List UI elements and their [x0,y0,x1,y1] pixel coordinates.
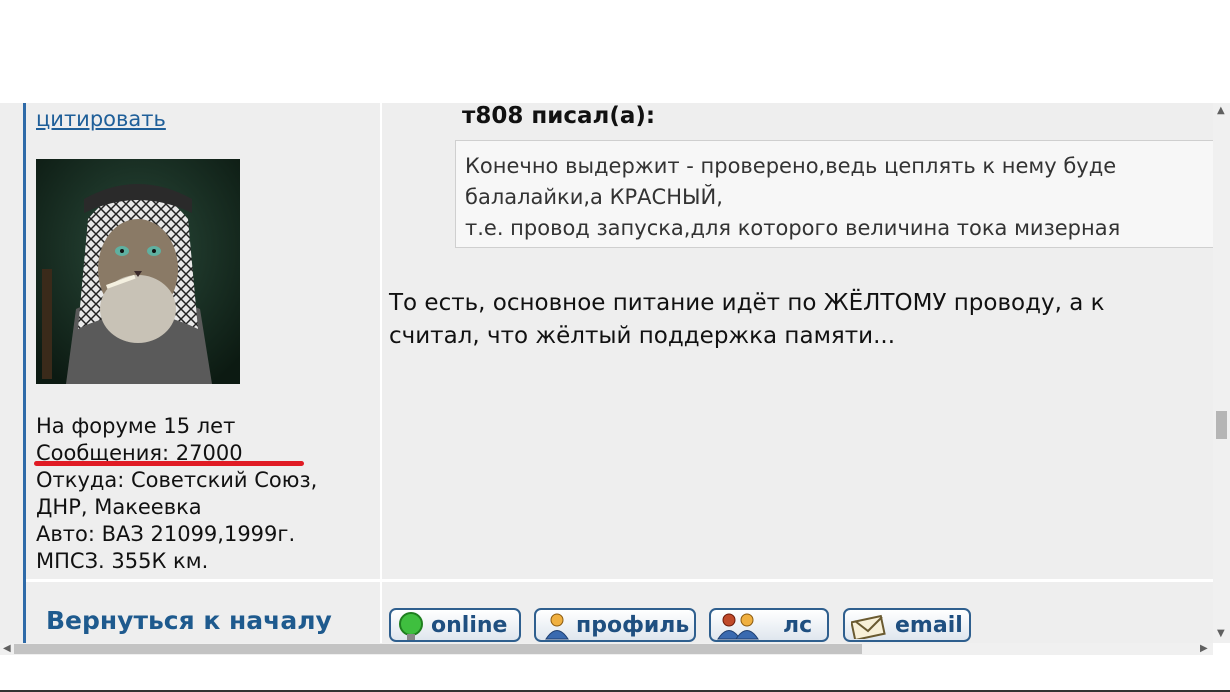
row-divider [26,579,1213,582]
car-line-1: Авто: ВАЗ 21099,1999г. [36,522,296,546]
back-to-top-link[interactable]: Вернуться к началу [46,606,332,635]
horizontal-scroll-thumb[interactable] [14,644,862,654]
quote-author: т808 писал(а): [462,103,656,129]
vertical-scroll-thumb[interactable] [1216,411,1227,439]
column-divider [380,103,382,643]
green-bulb-icon [397,612,425,643]
post-line: считал, что жёлтый поддержка памяти... [389,323,896,349]
post-body: То есть, основное питание идёт по ЖЁЛТОМ… [389,287,1105,353]
scroll-down-arrow-icon[interactable]: ▼ [1217,629,1225,639]
envelope-icon [850,613,887,643]
red-underline-mark [34,461,304,466]
car-line-2: МПСЗ. 355К км. [36,549,209,573]
user-icon [544,612,570,643]
avatar [36,159,240,384]
quote-link[interactable]: цитировать [36,107,166,131]
users-icon [717,612,761,643]
quote-line: балалайки,а КРАСНЫЙ, [465,185,723,209]
post-line: То есть, основное питание идёт по ЖЁЛТОМ… [389,290,1105,316]
forum-age: На форуме 15 лет [36,414,236,438]
user-info: На форуме 15 лет Сообщения: 27000 Откуда… [36,413,317,575]
horizontal-scrollbar[interactable]: ◀ ▶ [0,643,1213,655]
quote-box: Конечно выдержит - проверено,ведь цеплят… [455,140,1213,248]
location-line-2: ДНР, Макеевка [36,495,202,519]
forum-post: цитировать На форуме 15 лет Сообщения: 2… [0,103,1213,643]
profile-button[interactable]: профиль [534,608,696,642]
scroll-left-arrow-icon[interactable]: ◀ [3,644,11,654]
scroll-right-arrow-icon[interactable]: ▶ [1200,644,1208,654]
quote-line: Конечно выдержит - проверено,ведь цеплят… [465,154,1117,178]
scroll-up-arrow-icon[interactable]: ▲ [1217,106,1225,116]
quote-line: т.е. провод запуска,для которого величин… [465,216,1121,240]
location-line-1: Откуда: Советский Союз, [36,468,318,492]
online-button[interactable]: online [389,608,521,642]
private-message-button[interactable]: лс [709,608,829,642]
email-button[interactable]: email [843,608,971,642]
vertical-scrollbar[interactable]: ▲ ▼ [1213,103,1230,643]
